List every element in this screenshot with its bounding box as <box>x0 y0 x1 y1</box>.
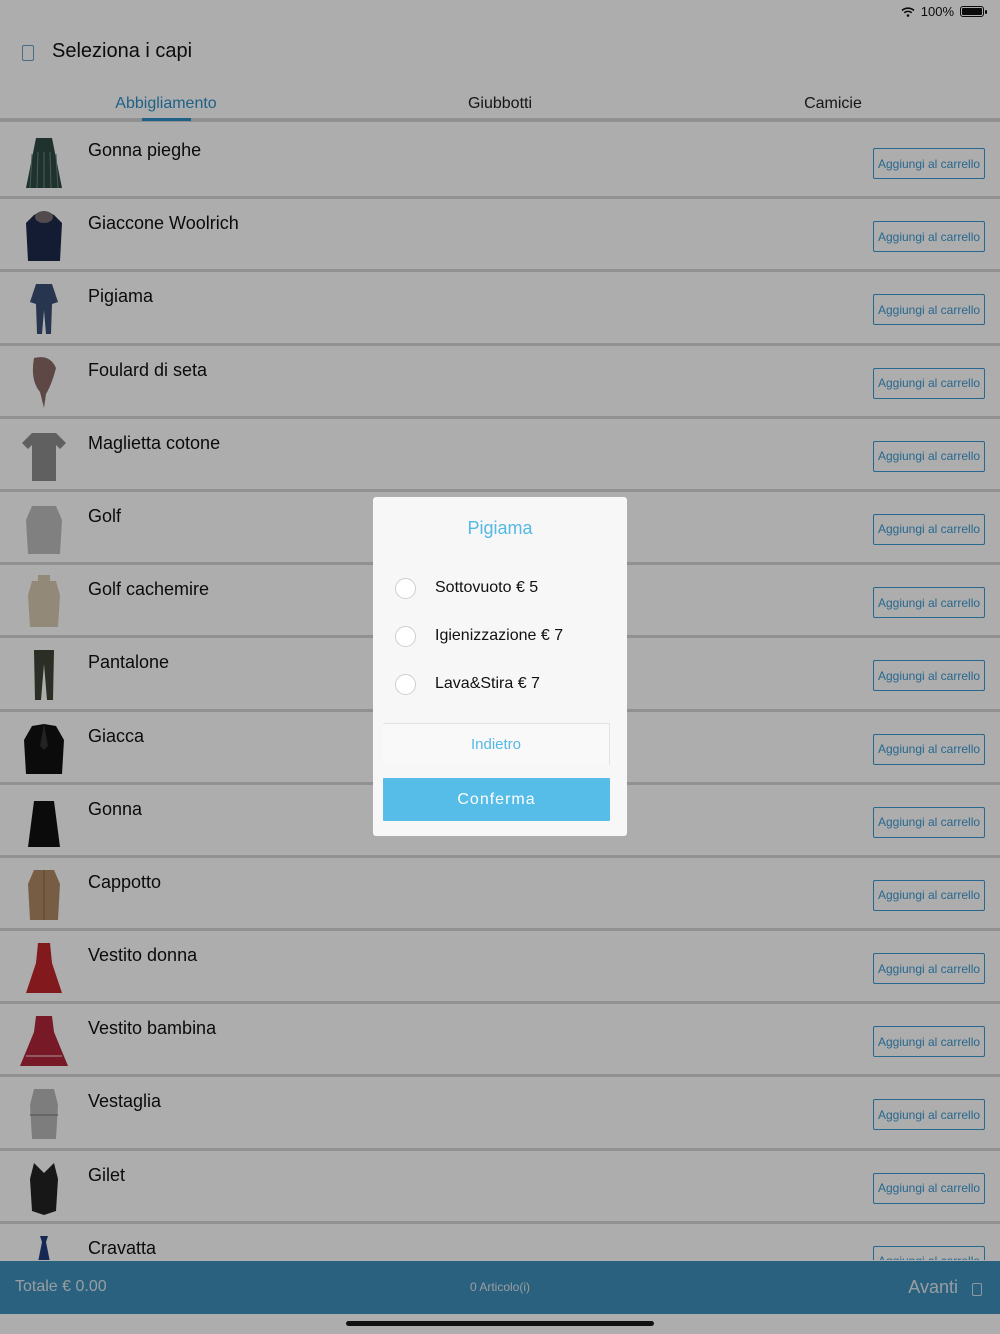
service-dialog: Pigiama Sottovuoto € 5 Igienizzazione € … <box>373 497 627 836</box>
confirm-button[interactable]: Conferma <box>383 778 610 821</box>
dialog-title: Pigiama <box>467 518 533 538</box>
option-label: Sottovuoto € 5 <box>435 579 539 596</box>
back-button[interactable]: Indietro <box>383 723 610 765</box>
option-igienizzazione[interactable]: Igienizzazione € 7 <box>395 621 615 651</box>
radio-button[interactable] <box>395 673 416 695</box>
radio-button[interactable] <box>395 577 416 599</box>
option-label: Igienizzazione € 7 <box>435 627 564 644</box>
option-label: Lava&Stira € 7 <box>435 675 540 692</box>
home-indicator <box>346 1321 654 1326</box>
option-lava-stira[interactable]: Lava&Stira € 7 <box>395 669 615 699</box>
option-sottovuoto[interactable]: Sottovuoto € 5 <box>395 573 615 603</box>
radio-button[interactable] <box>395 625 416 647</box>
